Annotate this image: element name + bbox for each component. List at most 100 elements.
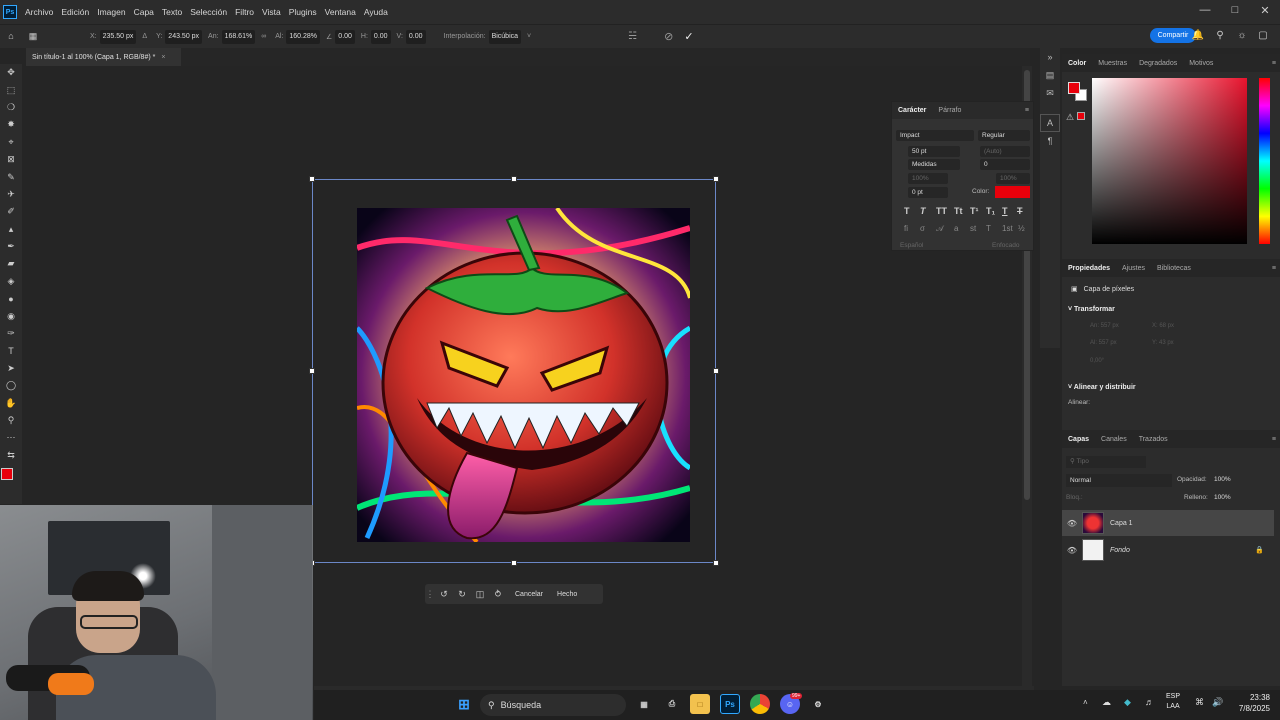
visibility-eye-icon[interactable]: 👁 xyxy=(1062,519,1082,528)
discretionary-ligatures-icon[interactable]: st xyxy=(970,224,976,233)
move-tool-icon[interactable]: ✥ xyxy=(0,64,22,81)
opacity-field[interactable]: 100% xyxy=(1214,476,1231,483)
font-style-select[interactable]: Regular xyxy=(978,130,1030,141)
panel-menu-icon[interactable]: ≡ xyxy=(1025,107,1033,114)
height-prop[interactable]: Al: 557 px xyxy=(1090,340,1117,346)
handle-top-right[interactable] xyxy=(713,176,719,182)
pen-tool-icon[interactable]: ✑ xyxy=(0,325,22,342)
layers-menu-icon[interactable]: ≡ xyxy=(1272,436,1280,443)
tab-muestras[interactable]: Muestras xyxy=(1092,60,1133,67)
character-panel-icon[interactable]: A xyxy=(1040,114,1060,132)
search-icon[interactable]: ⚲ xyxy=(1213,28,1227,43)
transform-tool-icon[interactable]: ▦ xyxy=(22,28,44,45)
text-color-swatch[interactable] xyxy=(995,186,1030,198)
history-brush-icon[interactable]: ✒ xyxy=(0,238,22,255)
collapse-arrows-icon[interactable]: » xyxy=(1040,48,1060,66)
font-family-select[interactable]: Impact xyxy=(896,130,974,141)
ordinals-icon[interactable]: 1st xyxy=(1002,224,1013,233)
cancel-transform-icon[interactable]: ⊘ xyxy=(664,30,673,43)
angle-prop[interactable]: 0,00° xyxy=(1090,358,1104,364)
link-icon[interactable]: ∞ xyxy=(261,33,266,40)
y-prop[interactable]: Y: 43 px xyxy=(1152,340,1174,346)
tab-bibliotecas[interactable]: Bibliotecas xyxy=(1151,265,1197,272)
history-icon[interactable]: ▤ xyxy=(1040,66,1060,84)
tab-capas[interactable]: Capas xyxy=(1062,436,1095,443)
tab-canales[interactable]: Canales xyxy=(1095,436,1133,443)
menu-archivo[interactable]: Archivo xyxy=(21,7,57,17)
menu-texto[interactable]: Texto xyxy=(158,7,186,17)
warp-icon[interactable]: ☵ xyxy=(628,31,637,42)
system-clock[interactable]: 23:38 7/8/2025 xyxy=(1239,692,1270,714)
comments-icon[interactable]: ✉ xyxy=(1040,84,1060,102)
rotate-right-icon[interactable]: ↻ xyxy=(453,589,471,600)
blur-tool-icon[interactable]: ● xyxy=(0,290,22,307)
horizontal-scale-field[interactable]: 100% xyxy=(996,173,1030,184)
menu-ayuda[interactable]: Ayuda xyxy=(360,7,392,17)
tab-trazados[interactable]: Trazados xyxy=(1133,436,1174,443)
ligatures-icon[interactable]: fi xyxy=(904,224,908,233)
flip-vertical-icon[interactable]: ⥁ xyxy=(489,589,507,600)
commit-transform-icon[interactable]: ✓ xyxy=(684,30,693,43)
color-picker-field[interactable] xyxy=(1092,78,1247,244)
visibility-eye-icon[interactable]: 👁 xyxy=(1062,546,1082,555)
defender-icon[interactable]: ◆ xyxy=(1124,697,1131,708)
flip-horizontal-icon[interactable]: ◫ xyxy=(471,589,489,600)
subscript-icon[interactable]: T₁ xyxy=(986,206,995,216)
chrome-icon[interactable] xyxy=(750,694,770,714)
minimize-icon[interactable]: — xyxy=(1190,0,1220,20)
alternates-icon[interactable]: a xyxy=(954,224,958,233)
tab-ajustes[interactable]: Ajustes xyxy=(1116,265,1151,272)
color-panel-menu-icon[interactable]: ≡ xyxy=(1272,60,1280,67)
light-icon[interactable]: ☼ xyxy=(1235,28,1249,43)
file-explorer-icon[interactable]: □ xyxy=(690,694,710,714)
grip-icon[interactable]: ⋮ xyxy=(425,589,435,600)
tab-propiedades[interactable]: Propiedades xyxy=(1062,265,1116,272)
keyboard-language[interactable]: ESP LAA xyxy=(1166,692,1180,712)
handle-bottom-center[interactable] xyxy=(511,560,517,566)
transform-bounding-box[interactable] xyxy=(312,179,716,563)
layer-name[interactable]: Capa 1 xyxy=(1110,520,1133,527)
steam-icon[interactable]: ⚙ xyxy=(808,694,828,714)
workspace-icon[interactable]: ▢ xyxy=(1256,28,1270,43)
tab-caracter[interactable]: Carácter xyxy=(892,107,932,114)
layer-filter-select[interactable]: ⚲ Tipo xyxy=(1066,456,1146,468)
font-size-field[interactable]: 50 pt xyxy=(908,146,960,157)
more-tools-icon[interactable]: ⋯ xyxy=(0,429,22,446)
bell-icon[interactable]: 🔔 xyxy=(1191,28,1205,43)
properties-menu-icon[interactable]: ≡ xyxy=(1272,265,1280,272)
layer-row-capa-1[interactable]: 👁 Capa 1 xyxy=(1062,510,1274,536)
swash-icon[interactable]: 𝒜 xyxy=(936,224,944,234)
menu-filtro[interactable]: Filtro xyxy=(231,7,258,17)
foreground-color-swatch[interactable] xyxy=(1068,82,1080,94)
layer-name[interactable]: Fondo xyxy=(1110,547,1130,554)
handle-bottom-right[interactable] xyxy=(713,560,719,566)
type-tool-icon[interactable]: T xyxy=(0,342,22,359)
crop-tool-icon[interactable]: ⌖ xyxy=(0,134,22,151)
width-field[interactable]: 168.61% xyxy=(221,29,256,44)
done-button[interactable]: Hecho xyxy=(551,591,583,598)
paragraph-panel-icon[interactable]: ¶ xyxy=(1040,132,1060,150)
tab-color[interactable]: Color xyxy=(1062,60,1092,67)
paint-bucket-icon[interactable]: ◈ xyxy=(0,273,22,290)
strikethrough-icon[interactable]: T xyxy=(1017,206,1023,216)
kerning-select[interactable]: Medidas xyxy=(908,159,960,170)
share-button[interactable]: Compartir xyxy=(1150,28,1196,43)
underline-icon[interactable]: T xyxy=(1002,206,1008,216)
volume-icon[interactable]: 🔊 xyxy=(1212,697,1223,708)
blend-mode-select[interactable]: Normal xyxy=(1066,474,1172,487)
tab-close-icon[interactable]: × xyxy=(161,54,165,61)
foreground-swatch[interactable] xyxy=(1,467,13,480)
handle-top-left[interactable] xyxy=(309,176,315,182)
maximize-icon[interactable]: □ xyxy=(1220,0,1250,20)
angle-field[interactable]: 0.00 xyxy=(335,29,355,44)
dodge-tool-icon[interactable]: ◉ xyxy=(0,307,22,324)
handle-top-center[interactable] xyxy=(511,176,517,182)
x-prop[interactable]: X: 68 px xyxy=(1152,323,1174,329)
headset-icon[interactable]: ♬ xyxy=(1145,697,1154,707)
tracking-field[interactable]: 0 xyxy=(980,159,1030,170)
handle-middle-left[interactable] xyxy=(309,368,315,374)
swap-colors-icon[interactable]: ⇆ xyxy=(0,447,22,464)
all-caps-icon[interactable]: TT xyxy=(936,206,947,216)
taskbar-search[interactable]: ⚲ Búsqueda xyxy=(480,694,626,716)
align-section[interactable]: ˅ Alinear y distribuir xyxy=(1068,384,1136,391)
